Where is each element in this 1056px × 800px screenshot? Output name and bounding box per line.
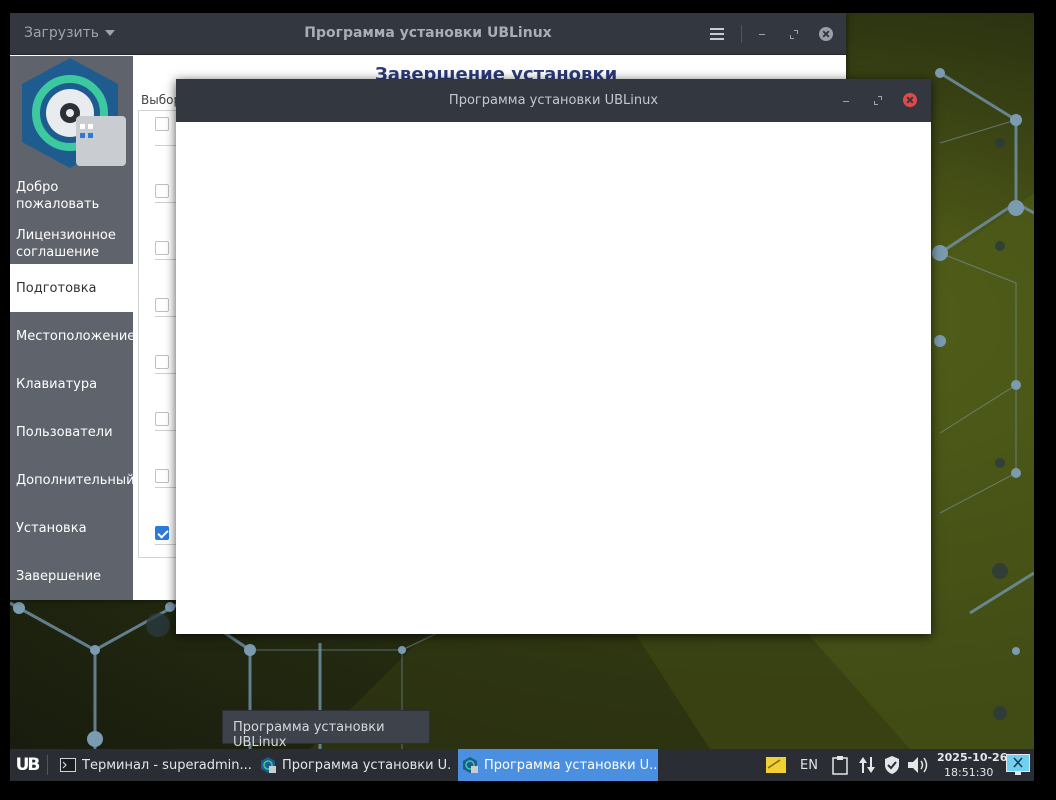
- minimize-button[interactable]: [752, 24, 772, 44]
- hamburger-menu-icon[interactable]: [707, 24, 727, 44]
- keyboard-layout-indicator[interactable]: EN: [798, 749, 820, 781]
- shield-icon[interactable]: [883, 755, 901, 775]
- start-menu-button[interactable]: UB: [10, 749, 44, 781]
- option-checkbox[interactable]: [155, 355, 169, 369]
- dialog-titlebar[interactable]: Программа установки UBLinux: [176, 79, 931, 122]
- close-icon: [903, 93, 917, 107]
- network-icon[interactable]: [858, 755, 876, 775]
- taskbar-divider: [47, 755, 48, 775]
- option-checkbox[interactable]: [155, 412, 169, 426]
- expand-icon: [874, 96, 882, 105]
- taskbar-tooltip: Программа установки UBLinux: [222, 710, 430, 750]
- option-checkbox[interactable]: [155, 117, 169, 131]
- sidebar-item-users[interactable]: Пользователи: [10, 408, 133, 456]
- maximize-button[interactable]: [784, 24, 804, 44]
- clock-time[interactable]: 18:51:30: [944, 766, 993, 779]
- clipboard-icon[interactable]: [831, 755, 849, 775]
- option-checkbox[interactable]: [155, 469, 169, 483]
- dialog-maximize-button[interactable]: [868, 90, 888, 110]
- installer-icon: [261, 757, 276, 773]
- taskbar-item-installer[interactable]: Программа установки U...: [256, 749, 452, 781]
- ublinux-logo: [22, 58, 126, 168]
- dialog-close-button[interactable]: [900, 90, 920, 110]
- sidebar-item-preparation[interactable]: Подготовка: [10, 264, 133, 312]
- close-icon: [819, 27, 833, 41]
- show-desktop-icon[interactable]: [1006, 754, 1030, 776]
- dialog-title: Программа установки UBLinux: [448, 93, 659, 108]
- installer-sidebar: Добро пожаловать Лицензионное соглашение…: [10, 56, 135, 600]
- sidebar-item-finish[interactable]: Завершение: [10, 552, 133, 600]
- taskbar-item-label: Терминал - superadmin...: [82, 757, 252, 773]
- dialog-minimize-button[interactable]: [836, 90, 856, 110]
- option-checkbox[interactable]: [155, 184, 169, 198]
- sidebar-item-location[interactable]: Местоположение: [10, 312, 135, 360]
- sidebar-item-install[interactable]: Установка: [10, 504, 133, 552]
- sidebar-item-additional[interactable]: Дополнительный: [10, 456, 135, 504]
- main-titlebar[interactable]: Загрузить Программа установки UBLinux: [10, 13, 846, 55]
- dialog-body: [176, 122, 931, 634]
- expand-icon: [790, 30, 798, 39]
- taskbar-item-terminal[interactable]: Терминал - superadmin...: [56, 749, 252, 781]
- taskbar-item-label: Программа установки U...: [484, 757, 658, 773]
- taskbar-item-installer-active[interactable]: Программа установки U...: [458, 749, 658, 781]
- sidebar-item-welcome[interactable]: Добро пожаловать: [10, 176, 133, 216]
- clock-date[interactable]: 2025-10-26: [937, 751, 1007, 764]
- taskbar-item-label: Программа установки U...: [282, 757, 452, 773]
- installer-icon: [463, 757, 478, 773]
- volume-icon[interactable]: [907, 755, 931, 775]
- notes-icon[interactable]: [766, 756, 786, 774]
- close-button[interactable]: [816, 24, 836, 44]
- sidebar-item-keyboard[interactable]: Клавиатура: [10, 360, 133, 408]
- taskbar: UB Терминал - superadmin... Программа ус…: [10, 749, 1034, 781]
- titlebar-divider: [741, 25, 742, 43]
- option-checkbox-checked[interactable]: [155, 526, 169, 540]
- sidebar-item-license[interactable]: Лицензионное соглашение: [10, 224, 133, 264]
- installer-dialog: Программа установки UBLinux: [176, 79, 931, 634]
- option-checkbox[interactable]: [155, 241, 169, 255]
- terminal-icon: [60, 758, 76, 772]
- option-checkbox[interactable]: [155, 298, 169, 312]
